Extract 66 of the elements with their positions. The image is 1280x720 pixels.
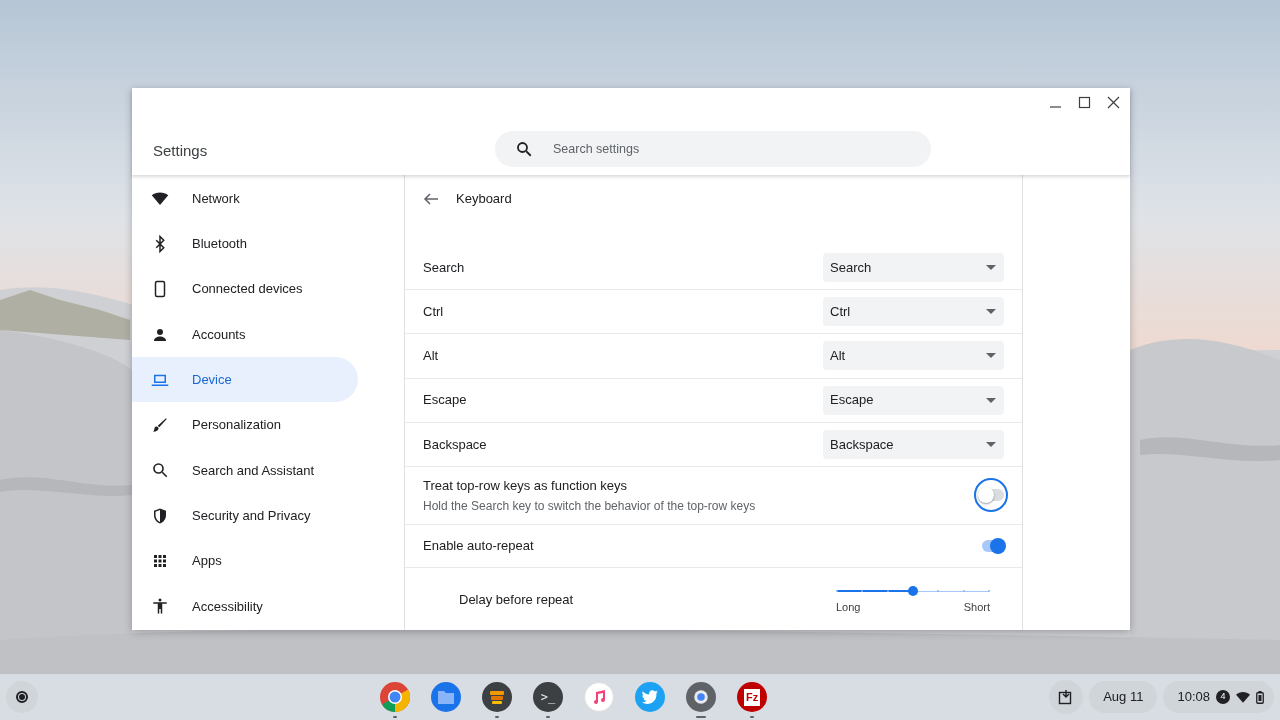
bird-app-icon[interactable] — [635, 682, 666, 712]
filezilla-app-icon[interactable]: Fz — [737, 682, 768, 712]
shelf-app-button[interactable]: >_ — [533, 680, 564, 718]
dropdown[interactable]: Ctrl — [823, 297, 1004, 327]
dropdown-arrow-icon — [986, 264, 996, 270]
dropdown[interactable]: Search — [823, 252, 1004, 282]
brush-icon — [151, 416, 169, 435]
terminal-app-icon[interactable]: >_ — [533, 682, 564, 712]
toggle-switch[interactable] — [974, 478, 1008, 513]
wifi-icon — [1236, 691, 1250, 703]
slider-max-label: Short — [963, 600, 990, 615]
folder-app-icon[interactable] — [431, 682, 462, 712]
launcher-button[interactable] — [6, 681, 38, 713]
date-button[interactable]: Aug 11 — [1089, 681, 1158, 713]
dropdown-arrow-icon — [986, 353, 996, 359]
sidebar-item[interactable]: Device — [132, 357, 358, 403]
music-app-icon[interactable] — [584, 682, 615, 712]
search-icon — [151, 461, 169, 480]
sidebar-item[interactable]: Accessibility — [132, 583, 358, 629]
maximize-icon[interactable] — [1076, 94, 1093, 111]
back-arrow-icon[interactable] — [423, 190, 439, 207]
delay-slider[interactable] — [836, 585, 990, 597]
clock: 10:08 — [1177, 688, 1210, 707]
shelf-app-button[interactable] — [482, 680, 513, 718]
setting-label: Treat top-row keys as function keys — [423, 476, 628, 495]
shelf-app-button[interactable] — [380, 680, 411, 718]
setting-label: Search — [423, 258, 465, 277]
sidebar-item[interactable]: Apps — [132, 538, 358, 584]
search-field[interactable]: Search settings — [495, 131, 931, 167]
setting-label: Delay before repeat — [459, 590, 574, 609]
close-icon[interactable] — [1105, 94, 1122, 111]
sidebar-item[interactable]: Security and Privacy — [132, 493, 358, 539]
dropdown-arrow-icon — [986, 309, 996, 315]
shield-icon — [151, 506, 169, 525]
apps-grid-icon — [151, 552, 169, 570]
setting-label: Alt — [423, 347, 439, 366]
status-area[interactable]: 10:08 4 — [1163, 681, 1274, 713]
settings-app-icon[interactable] — [686, 682, 717, 712]
window-title: Settings — [153, 141, 208, 161]
slider-min-label: Long — [836, 600, 861, 615]
sidebar-item[interactable]: Bluetooth — [132, 221, 358, 267]
stack-app-icon[interactable] — [482, 682, 513, 712]
accessibility-icon — [151, 597, 169, 616]
dropdown[interactable]: Escape — [823, 385, 1004, 415]
search-icon — [515, 140, 533, 158]
tote-button[interactable] — [1049, 680, 1084, 714]
notification-count: 4 — [1216, 690, 1230, 704]
setting-label: Escape — [423, 391, 467, 410]
sidebar-item[interactable]: Accounts — [132, 311, 358, 358]
sidebar-item[interactable]: Network — [132, 176, 358, 222]
chrome-icon[interactable] — [380, 682, 411, 712]
dropdown-arrow-icon — [986, 442, 996, 447]
setting-label: Backspace — [423, 435, 487, 454]
dropdown-arrow-icon — [986, 397, 996, 403]
setting-description: Hold the Search key to switch the behavior of the top-row keys — [423, 498, 756, 516]
page-title: Keyboard — [456, 190, 512, 209]
dropdown[interactable]: Backspace — [823, 430, 1004, 459]
dropdown[interactable]: Alt — [823, 341, 1004, 371]
sidebar-item[interactable]: Personalization — [132, 402, 358, 448]
shelf-app-button[interactable] — [686, 680, 717, 718]
sidebar-item[interactable]: Search and Assistant — [132, 447, 358, 494]
setting-label: Enable auto-repeat — [423, 537, 534, 556]
battery-icon — [1256, 690, 1264, 704]
shelf-app-button[interactable]: Fz — [737, 680, 768, 718]
sidebar-item[interactable]: Connected devices — [132, 266, 358, 312]
setting-label: Ctrl — [423, 302, 444, 321]
